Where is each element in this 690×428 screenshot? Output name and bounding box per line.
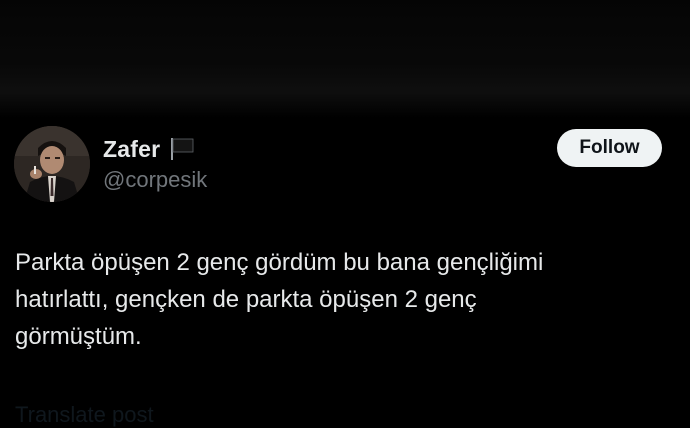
follow-button[interactable]: Follow <box>557 129 662 167</box>
user-info: Zafer @corpesik <box>103 134 207 193</box>
avatar[interactable] <box>14 126 90 202</box>
tweet-text-line: hatırlattı, gençken de parkta öpüşen 2 g… <box>15 286 477 313</box>
display-name[interactable]: Zafer <box>103 136 160 163</box>
translate-post-link[interactable]: Translate post <box>15 402 154 428</box>
tweet: Zafer @corpesik Follow Parkta öpüşen 2 g… <box>0 0 690 427</box>
black-flag-icon <box>168 136 196 162</box>
tweet-text-line: görmüştüm. <box>15 323 142 350</box>
user-handle[interactable]: @corpesik <box>103 167 207 193</box>
avatar-image <box>14 126 90 202</box>
name-row: Zafer <box>103 134 207 164</box>
tweet-text: Parkta öpüşen 2 genç gördüm bu bana genç… <box>15 244 675 355</box>
tweet-text-line: Parkta öpüşen 2 genç gördüm bu bana genç… <box>15 249 544 276</box>
